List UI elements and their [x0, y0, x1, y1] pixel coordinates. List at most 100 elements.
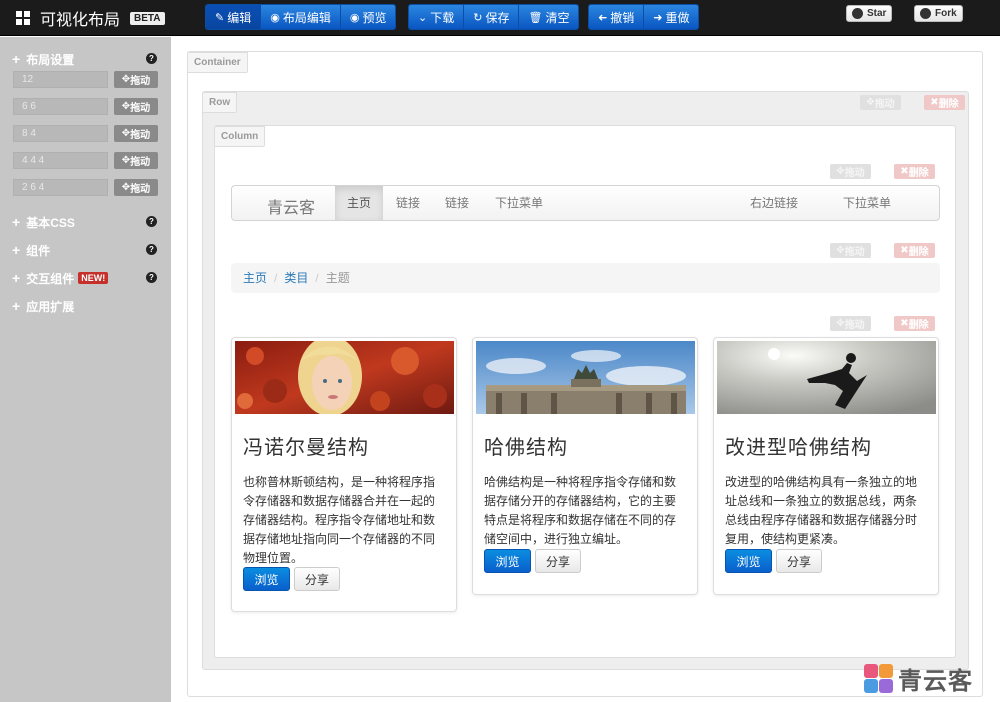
browse-button[interactable]: 浏览 [725, 549, 772, 573]
plus-icon: + [12, 242, 21, 258]
edit-icon: ✎ [215, 11, 225, 24]
thumbnail-card: 冯诺尔曼结构 也称普林斯顿结构，是一种将程序指令存储器和数据存储器合并在一起的存… [231, 337, 457, 612]
new-badge: NEW! [78, 272, 109, 284]
thumbnails-delete-button[interactable]: ✖ 删除 [894, 316, 935, 331]
drag-handle[interactable]: ✥ 拖动 [114, 98, 158, 115]
card-image-portrait [235, 341, 454, 414]
sidebar-section-components[interactable]: + 组件 ? [12, 242, 157, 258]
layout-row-item: 4 4 4 ✥ 拖动 [13, 152, 158, 169]
sidebar-section-extensions[interactable]: + 应用扩展 [12, 298, 157, 314]
breadcrumb: 主页 / 类目 / 主题 [231, 263, 940, 293]
help-icon[interactable]: ? [146, 53, 157, 64]
github-icon [852, 8, 863, 19]
close-icon: ✖ [900, 245, 909, 256]
history-button-group: ➜ 撤销 ➜ 重做 [588, 4, 700, 30]
close-icon: ✖ [900, 166, 909, 177]
demo-navbar: 青云客 主页 链接 链接 下拉菜单 右边链接 下拉菜单 [231, 185, 940, 221]
preview-button[interactable]: ◉ 预览 [340, 5, 396, 29]
plus-icon: + [12, 270, 21, 286]
card-text: 改进型的哈佛结构具有一条独立的地址总线和一条独立的数据总线，两条总线由程序存储器… [725, 475, 918, 546]
redo-button[interactable]: ➜ 重做 [644, 5, 699, 29]
arrow-left-icon: ➜ [598, 11, 608, 24]
navbar-delete-button[interactable]: ✖ 删除 [894, 164, 935, 179]
layout-grid-input[interactable]: 12 [13, 71, 108, 88]
edit-button[interactable]: ✎ 编辑 [206, 5, 262, 29]
nav-item-dropdown[interactable]: 下拉菜单 [483, 186, 555, 220]
save-button[interactable]: ↻ 保存 [464, 5, 520, 29]
nav-item-link[interactable]: 链接 [384, 186, 432, 220]
github-icon [920, 8, 931, 19]
close-icon: ✖ [900, 318, 909, 329]
card-title: 改进型哈佛结构 [725, 435, 872, 459]
breadcrumb-delete-button[interactable]: ✖ 删除 [894, 243, 935, 258]
card-text: 也称普林斯顿结构，是一种将程序指令存储器和数据存储器合并在一起的存储器结构。程序… [243, 475, 436, 565]
browse-button[interactable]: 浏览 [484, 549, 531, 573]
breadcrumb-separator: / [274, 271, 278, 285]
github-star-button[interactable]: Star [846, 5, 893, 22]
row-delete-button[interactable]: ✖ 删除 [924, 95, 965, 110]
row-drag-button[interactable]: ✥ 拖动 [860, 95, 901, 110]
plus-icon: + [12, 51, 21, 67]
move-icon: ✥ [866, 97, 875, 108]
breadcrumb-link-home[interactable]: 主页 [243, 271, 267, 285]
share-button[interactable]: 分享 [535, 549, 581, 573]
help-icon[interactable]: ? [146, 272, 157, 283]
beta-badge: BETA [130, 11, 165, 25]
layout-row-item: 6 6 ✥ 拖动 [13, 98, 158, 115]
layout-grid-input[interactable]: 6 6 [13, 98, 108, 115]
sidebar-section-interactive[interactable]: + 交互组件 NEW! ? [12, 270, 157, 286]
layout-grid-input[interactable]: 2 6 4 [13, 179, 108, 196]
nav-item-link[interactable]: 链接 [433, 186, 481, 220]
drag-handle[interactable]: ✥ 拖动 [114, 71, 158, 88]
drag-handle[interactable]: ✥ 拖动 [114, 152, 158, 169]
browse-button[interactable]: 浏览 [243, 567, 290, 591]
card-text: 哈佛结构是一种将程序指令存储和数据存储分开的存储器结构，它的主要特点是将程序和数… [484, 475, 677, 546]
navbar-brand[interactable]: 青云客 [267, 194, 315, 218]
share-button[interactable]: 分享 [776, 549, 822, 573]
breadcrumb-link-category[interactable]: 类目 [284, 271, 308, 285]
sidebar-section-basic-css[interactable]: + 基本CSS ? [12, 214, 157, 230]
card-image-gate [476, 341, 695, 414]
help-icon[interactable]: ? [146, 244, 157, 255]
close-icon: ✖ [930, 97, 939, 108]
thumbnails-drag-button[interactable]: ✥ 拖动 [830, 316, 871, 331]
watermark-text: 青云客 [898, 668, 973, 695]
eye-icon: ◉ [349, 11, 360, 24]
sidebar-section-layout[interactable]: + 布局设置 ? [12, 51, 157, 67]
watermark-logo: 青云客 [864, 661, 973, 696]
top-navbar: 可视化布局 BETA ✎ 编辑 ◉ 布局编辑 ◉ 预览 ⌄ 下载 ↻ 保存 🗑 清空 ➜ 撤销… [0, 0, 1000, 36]
container-label: Container [187, 52, 248, 73]
sidebar: + 布局设置 ? 12 ✥ 拖动 6 6 ✥ 拖动 8 4 ✥ 拖动 4 4 4 ✥ 拖… [0, 37, 171, 702]
layout-edit-button[interactable]: ◉ 布局编辑 [261, 5, 341, 29]
nav-item-home[interactable]: 主页 [335, 186, 384, 220]
app-brand[interactable]: 可视化布局 BETA [16, 8, 165, 29]
move-icon: ✥ [121, 182, 131, 193]
trash-icon: 🗑 [528, 11, 543, 24]
move-icon: ✥ [836, 166, 845, 177]
navbar-drag-button[interactable]: ✥ 拖动 [830, 164, 871, 179]
column-label: Column [214, 126, 266, 147]
move-icon: ✥ [836, 245, 845, 256]
move-icon: ✥ [121, 101, 131, 112]
download-button[interactable]: ⌄ 下载 [409, 5, 465, 29]
card-title: 冯诺尔曼结构 [243, 435, 369, 459]
thumbnail-card: 哈佛结构 哈佛结构是一种将程序指令存储和数据存储分开的存储器结构，它的主要特点是… [472, 337, 698, 595]
logo-mark-icon [864, 664, 893, 693]
breadcrumb-drag-button[interactable]: ✥ 拖动 [830, 243, 871, 258]
drag-handle[interactable]: ✥ 拖动 [114, 125, 158, 142]
help-icon[interactable]: ? [146, 216, 157, 227]
github-fork-button[interactable]: Fork [914, 5, 963, 22]
nav-item-right-link[interactable]: 右边链接 [738, 186, 810, 220]
drag-handle[interactable]: ✥ 拖动 [114, 179, 158, 196]
move-icon: ✥ [836, 318, 845, 329]
file-button-group: ⌄ 下载 ↻ 保存 🗑 清空 [408, 4, 580, 30]
nav-item-right-dropdown[interactable]: 下拉菜单 [831, 186, 903, 220]
share-button[interactable]: 分享 [294, 567, 340, 591]
undo-button[interactable]: ➜ 撤销 [589, 5, 645, 29]
layout-grid-input[interactable]: 4 4 4 [13, 152, 108, 169]
grid-icon [16, 11, 30, 25]
layout-grid-input[interactable]: 8 4 [13, 125, 108, 142]
clear-button[interactable]: 🗑 清空 [519, 5, 579, 29]
refresh-icon: ↻ [473, 11, 483, 24]
eye-icon: ◉ [270, 11, 280, 24]
